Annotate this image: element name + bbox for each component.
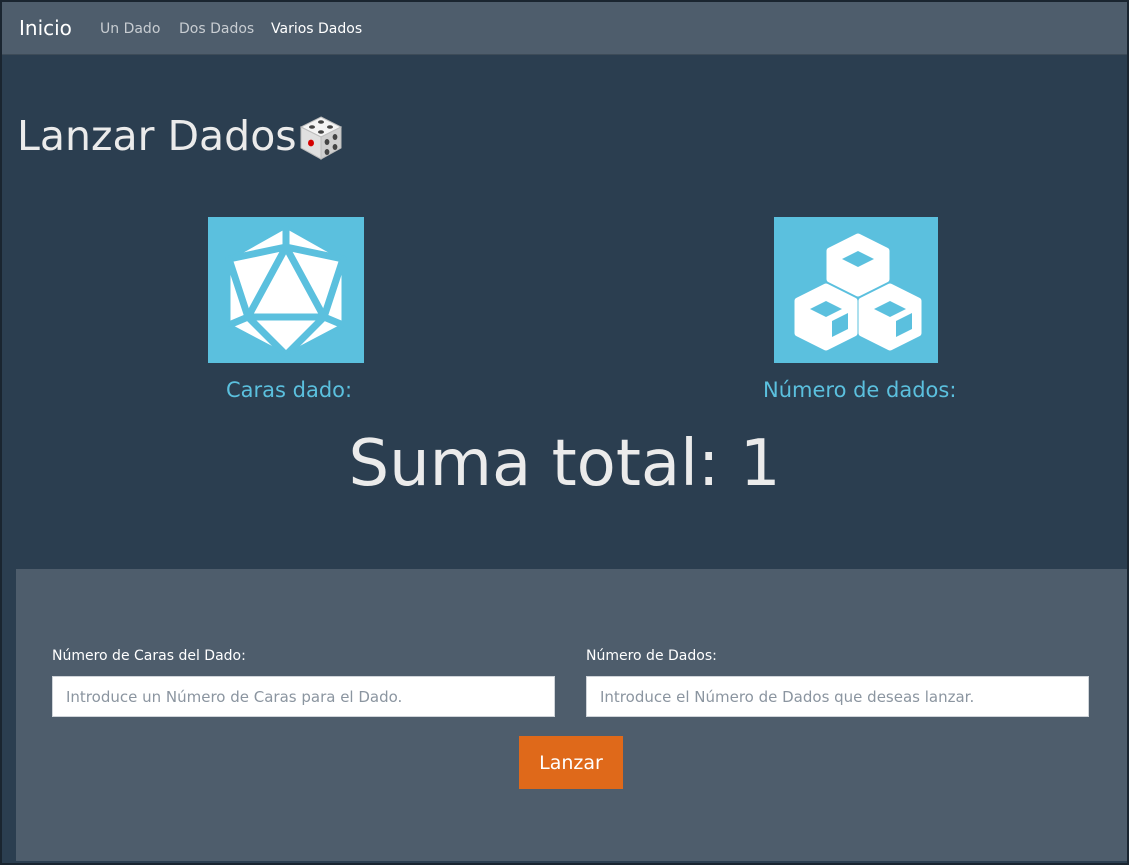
nav-link-un-dado[interactable]: Un Dado bbox=[100, 20, 160, 38]
dice-count-tile bbox=[774, 217, 938, 363]
caras-dado-caption: Caras dado: bbox=[226, 378, 353, 402]
caras-input[interactable] bbox=[52, 676, 555, 717]
caras-field-label: Número de Caras del Dado: bbox=[52, 648, 246, 664]
page-title: Lanzar Dados bbox=[17, 112, 297, 160]
dice-faces-tile bbox=[208, 217, 364, 363]
dados-input[interactable] bbox=[586, 676, 1089, 717]
d20-icon bbox=[225, 223, 347, 359]
numero-dados-caption: Número de dados: bbox=[763, 378, 957, 402]
die-emoji-icon bbox=[299, 116, 343, 160]
stacked-cubes-icon bbox=[794, 233, 922, 351]
brand-link-inicio[interactable]: Inicio bbox=[19, 14, 72, 42]
sum-total-result: Suma total: 1 bbox=[348, 427, 781, 501]
nav-link-varios-dados[interactable]: Varios Dados bbox=[271, 20, 362, 38]
lanzar-button[interactable]: Lanzar bbox=[519, 736, 623, 789]
nav-link-dos-dados[interactable]: Dos Dados bbox=[179, 20, 254, 38]
dados-field-label: Número de Dados: bbox=[586, 648, 717, 664]
top-navbar: Inicio Un Dado Dos Dados Varios Dados bbox=[0, 0, 1129, 55]
